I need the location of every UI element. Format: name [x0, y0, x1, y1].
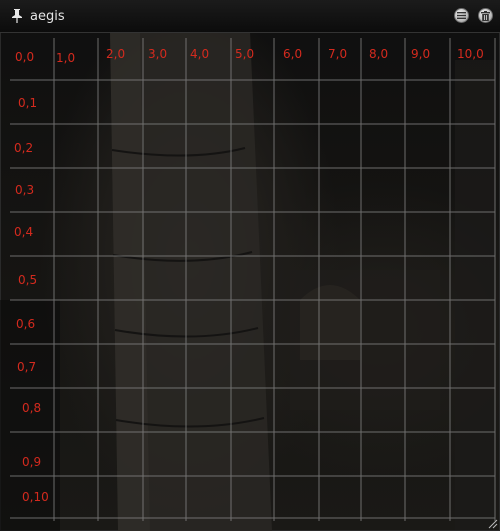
grid-lines: [10, 38, 496, 521]
column-label: 2,0: [106, 47, 126, 61]
column-label: 10,0: [457, 47, 484, 61]
resize-grip-icon[interactable]: [486, 517, 498, 529]
column-label: 8,0: [369, 47, 389, 61]
column-label: 5,0: [235, 47, 255, 61]
column-label: 6,0: [283, 47, 303, 61]
column-label: 9,0: [411, 47, 431, 61]
row-label: 0,5: [18, 273, 38, 287]
row-label: 0,6: [16, 317, 36, 331]
row-label: 0,9: [22, 455, 42, 469]
column-label: 0,0: [15, 50, 35, 64]
grid-window: aegis 0,0 1,0 2,0 3,0 4,0 5,0 6,0 7,0 8,…: [0, 0, 500, 531]
row-label: 0,8: [22, 401, 42, 415]
row-label: 0,7: [17, 360, 37, 374]
row-label: 0,10: [22, 490, 49, 504]
row-label: 0,4: [14, 225, 34, 239]
column-label: 1,0: [56, 51, 76, 65]
row-label: 0,1: [18, 96, 38, 110]
column-label: 4,0: [190, 47, 210, 61]
row-label: 0,2: [14, 141, 34, 155]
column-label: 3,0: [148, 47, 168, 61]
column-label: 7,0: [328, 47, 348, 61]
row-label: 0,3: [15, 183, 35, 197]
